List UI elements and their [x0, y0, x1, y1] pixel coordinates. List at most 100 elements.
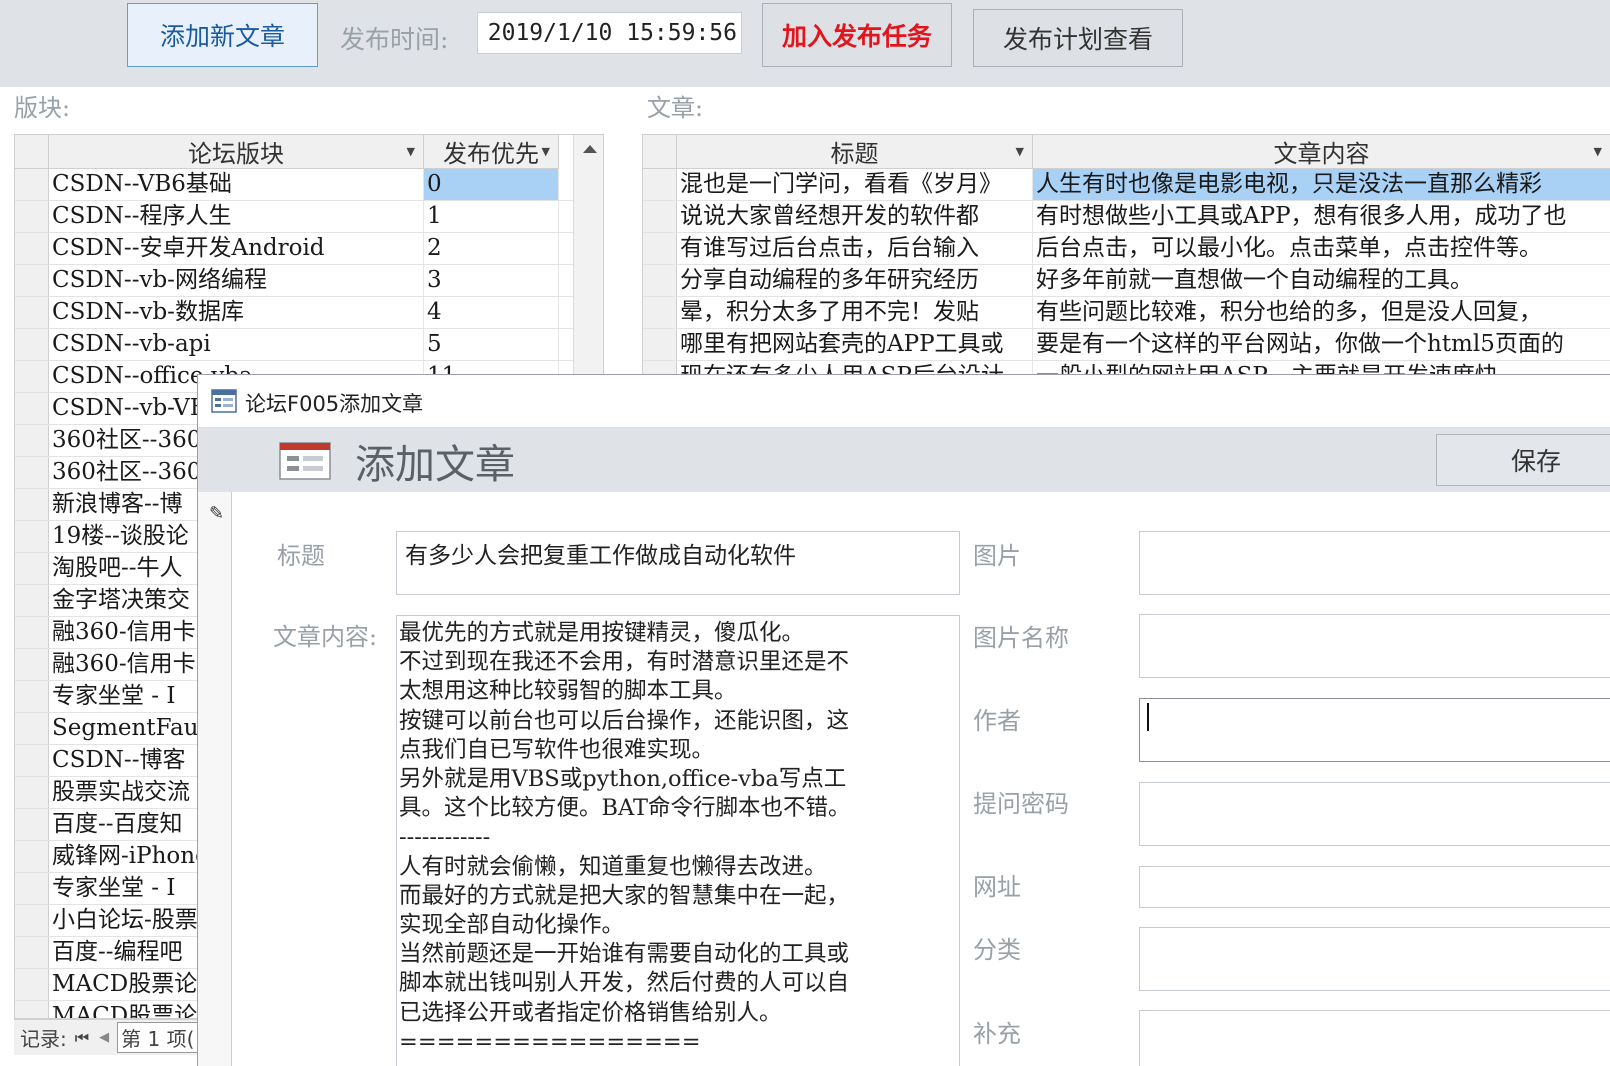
title-cell[interactable]: 说说大家曾经想开发的软件都	[677, 201, 1033, 232]
priority-cell[interactable]: 4	[424, 297, 559, 328]
table-row[interactable]: CSDN--vb-网络编程 3	[15, 265, 573, 297]
row-selector[interactable]	[15, 617, 49, 648]
row-selector[interactable]	[15, 521, 49, 552]
row-selector[interactable]	[15, 393, 49, 424]
content-cell[interactable]: 一般小型的网站用ASP，主要就是开发速度快	[1033, 361, 1610, 374]
row-selector[interactable]	[15, 553, 49, 584]
row-selector[interactable]	[15, 969, 49, 1000]
content-cell[interactable]: 要是有一个这样的平台网站，你做一个html5页面的	[1033, 329, 1610, 360]
row-selector[interactable]	[15, 489, 49, 520]
table-row[interactable]: 有谁写过后台点击，后台输入 后台点击，可以最小化。点击菜单，点击控件等。	[643, 233, 1610, 265]
row-selector[interactable]	[15, 713, 49, 744]
view-publish-plan-button[interactable]: 发布计划查看	[973, 9, 1183, 67]
board-cell[interactable]: CSDN--vb-api	[49, 329, 424, 360]
row-selector[interactable]	[643, 169, 677, 200]
row-selector[interactable]	[643, 233, 677, 264]
row-selector[interactable]	[15, 361, 49, 392]
board-cell[interactable]: CSDN--程序人生	[49, 201, 424, 232]
category-field[interactable]	[1139, 927, 1610, 991]
row-selector[interactable]	[15, 233, 49, 264]
row-selector[interactable]	[643, 361, 677, 374]
row-selector[interactable]	[15, 425, 49, 456]
row-selector[interactable]	[15, 681, 49, 712]
content-cell[interactable]: 好多年前就一直想做一个自动编程的工具。	[1033, 265, 1610, 296]
priority-cell[interactable]: 5	[424, 329, 559, 360]
row-selector[interactable]	[15, 937, 49, 968]
priority-cell[interactable]: 3	[424, 265, 559, 296]
table-row[interactable]: CSDN--vb-api 5	[15, 329, 573, 361]
row-selector[interactable]	[15, 201, 49, 232]
priority-cell[interactable]: 1	[424, 201, 559, 232]
dropdown-arrow-icon[interactable]: ▼	[542, 145, 550, 158]
table-row[interactable]: 哪里有把网站套壳的APP工具或 要是有一个这样的平台网站，你做一个html5页面的	[643, 329, 1610, 361]
title-cell[interactable]: 混也是一门学问，看看《岁月》	[677, 169, 1033, 200]
row-selector[interactable]	[643, 265, 677, 296]
content-cell[interactable]: 有些问题比较难，积分也给的多，但是没人回复，	[1033, 297, 1610, 328]
content-cell[interactable]: 有时想做些小工具或APP，想有很多人用，成功了也	[1033, 201, 1610, 232]
row-selector[interactable]	[643, 329, 677, 360]
table-row[interactable]: 混也是一门学问，看看《岁月》 人生有时也像是电影电视，只是没法一直那么精彩	[643, 169, 1610, 201]
first-record-icon[interactable]: ⏮	[75, 1028, 89, 1048]
add-publish-task-button[interactable]: 加入发布任务	[762, 3, 952, 67]
row-selector[interactable]	[15, 777, 49, 808]
record-selector[interactable]: ✎	[198, 492, 232, 1066]
row-selector[interactable]	[15, 649, 49, 680]
question-password-field[interactable]	[1139, 782, 1610, 846]
row-selector[interactable]	[15, 1001, 49, 1018]
image-field[interactable]	[1139, 531, 1610, 595]
publish-time-input[interactable]: 2019/1/10 15:59:56	[477, 12, 742, 54]
row-selector[interactable]	[15, 841, 49, 872]
row-selector[interactable]	[15, 905, 49, 936]
table-row[interactable]: 说说大家曾经想开发的软件都 有时想做些小工具或APP，想有很多人用，成功了也	[643, 201, 1610, 233]
board-cell[interactable]: CSDN--vb-数据库	[49, 297, 424, 328]
table-row[interactable]: CSDN--vb-数据库 4	[15, 297, 573, 329]
author-field[interactable]	[1139, 698, 1610, 762]
row-selector[interactable]	[15, 809, 49, 840]
board-cell[interactable]: CSDN--vb-网络编程	[49, 265, 424, 296]
select-all-corner[interactable]	[15, 135, 49, 169]
column-header-content[interactable]: 文章内容 ▼	[1033, 135, 1610, 169]
row-selector[interactable]	[15, 297, 49, 328]
row-selector[interactable]	[15, 745, 49, 776]
row-selector[interactable]	[15, 329, 49, 360]
row-selector[interactable]	[15, 265, 49, 296]
title-cell[interactable]: 哪里有把网站套壳的APP工具或	[677, 329, 1033, 360]
url-field[interactable]	[1139, 866, 1610, 908]
title-cell[interactable]: 晕，积分太多了用不完！发贴	[677, 297, 1033, 328]
dropdown-arrow-icon[interactable]: ▼	[407, 145, 415, 158]
select-all-corner[interactable]	[643, 135, 677, 169]
image-name-field[interactable]	[1139, 614, 1610, 678]
board-cell[interactable]: CSDN--VB6基础	[49, 169, 424, 200]
row-selector[interactable]	[15, 873, 49, 904]
dropdown-arrow-icon[interactable]: ▼	[1594, 145, 1602, 158]
row-selector[interactable]	[643, 297, 677, 328]
priority-cell[interactable]: 0	[424, 169, 559, 200]
content-cell[interactable]: 人生有时也像是电影电视，只是没法一直那么精彩	[1033, 169, 1610, 200]
priority-cell[interactable]: 2	[424, 233, 559, 264]
board-cell[interactable]: CSDN--安卓开发Android	[49, 233, 424, 264]
extra-field[interactable]	[1139, 1010, 1610, 1066]
table-row[interactable]: 现在还有多少人用ASP后台设计一般小型的网站用ASP，主要就是开发速度快	[643, 361, 1610, 374]
row-selector[interactable]	[15, 169, 49, 200]
previous-record-icon[interactable]: ◀	[99, 1030, 109, 1045]
dropdown-arrow-icon[interactable]: ▼	[1016, 145, 1024, 158]
content-cell[interactable]: 后台点击，可以最小化。点击菜单，点击控件等。	[1033, 233, 1610, 264]
scroll-up-arrow-icon[interactable]	[574, 135, 604, 161]
title-cell[interactable]: 分享自动编程的多年研究经历	[677, 265, 1033, 296]
add-new-article-button[interactable]: 添加新文章	[127, 3, 318, 67]
row-selector[interactable]	[643, 201, 677, 232]
table-row[interactable]: 分享自动编程的多年研究经历 好多年前就一直想做一个自动编程的工具。	[643, 265, 1610, 297]
save-button[interactable]: 保存	[1436, 434, 1610, 486]
content-field[interactable]: 最优先的方式就是用按键精灵，傻瓜化。 不过到现在我还不会用，有时潜意识里还是不 太想…	[396, 615, 960, 1066]
title-cell[interactable]: 有谁写过后台点击，后台输入	[677, 233, 1033, 264]
title-cell[interactable]: 现在还有多少人用ASP后台设计	[677, 361, 1033, 374]
row-selector[interactable]	[15, 585, 49, 616]
record-number-input[interactable]: 第 1 项(	[117, 1022, 199, 1053]
column-header-priority[interactable]: 发布优先 ▼	[424, 135, 559, 169]
title-field[interactable]: 有多少人会把复重工作做成自动化软件	[396, 531, 960, 595]
column-header-board[interactable]: 论坛版块 ▼	[49, 135, 424, 169]
table-row[interactable]: 晕，积分太多了用不完！发贴 有些问题比较难，积分也给的多，但是没人回复，	[643, 297, 1610, 329]
table-row[interactable]: CSDN--VB6基础 0	[15, 169, 573, 201]
table-row[interactable]: CSDN--程序人生 1	[15, 201, 573, 233]
row-selector[interactable]	[15, 457, 49, 488]
